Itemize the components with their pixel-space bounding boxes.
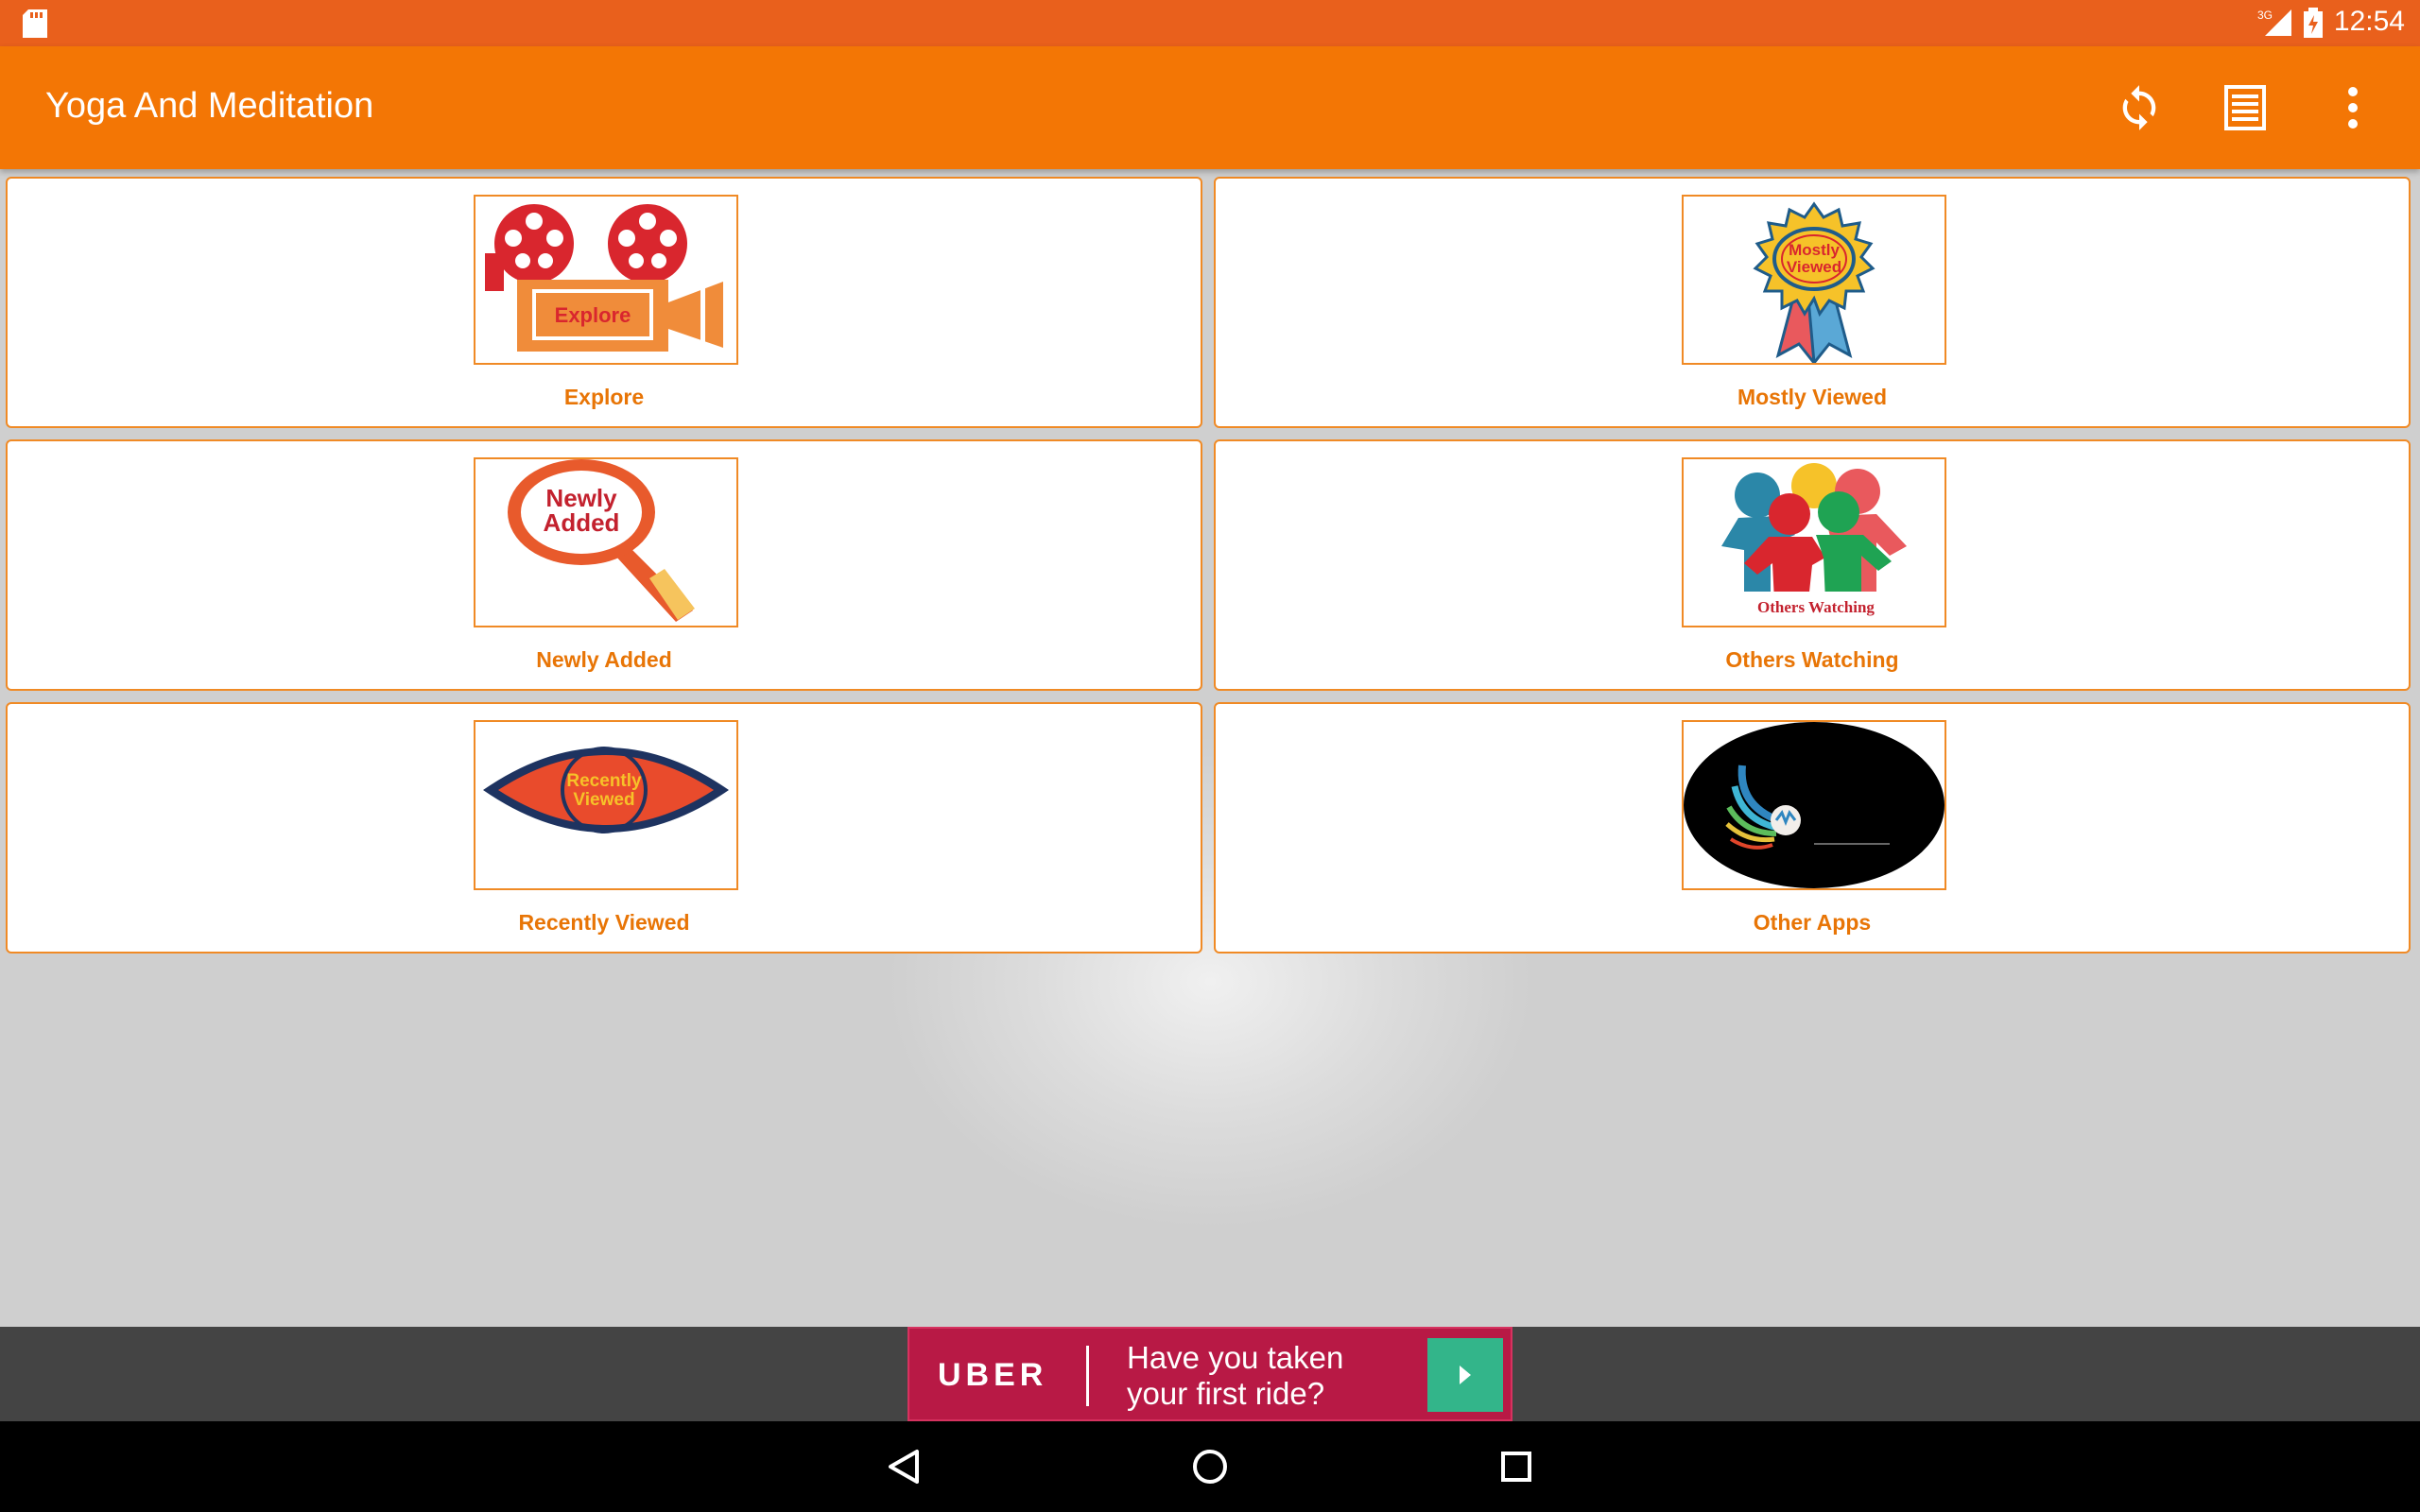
back-button[interactable] [877, 1440, 930, 1493]
back-icon [889, 1450, 919, 1484]
tile-mostly-viewed[interactable]: Mostly Viewed Mostly Viewed [1214, 177, 2411, 428]
ad-divider [1086, 1346, 1089, 1406]
newly-added-image: Newly Added [474, 457, 738, 627]
recently-viewed-image: Recently Viewed [474, 720, 738, 890]
tile-label-recently-viewed: Recently Viewed [518, 910, 690, 935]
system-nav-bar [0, 1421, 2420, 1512]
mostly-viewed-text-2: Viewed [1787, 258, 1841, 276]
mostly-viewed-text-1: Mostly [1789, 241, 1840, 259]
tile-label-other-apps: Other Apps [1753, 910, 1872, 935]
ad-text-line-1: Have you taken [1127, 1340, 1344, 1375]
tile-newly-added[interactable]: Newly Added Newly Added [6, 439, 1202, 691]
refresh-button[interactable] [2106, 75, 2172, 141]
other-apps-logo [1682, 720, 1946, 890]
home-button[interactable] [1184, 1440, 1236, 1493]
main-content: Explore Explore Mostly Viewed Mostly Vie… [0, 169, 2420, 1327]
battery-charging-icon [2303, 8, 2324, 43]
status-bar: 3G 12:54 [0, 0, 2420, 46]
tile-label-explore: Explore [563, 385, 645, 409]
tile-explore[interactable]: Explore Explore [6, 177, 1202, 428]
app-title: Yoga And Meditation [45, 86, 374, 126]
others-watching-text: Others Watching [1757, 598, 1875, 616]
recently-viewed-text-1: Recently [566, 771, 642, 791]
tile-label-mostly-viewed: Mostly Viewed [1737, 385, 1888, 409]
overflow-menu-button[interactable] [2320, 75, 2386, 141]
list-button[interactable] [2212, 75, 2278, 141]
overflow-menu-icon [2348, 87, 2358, 129]
tile-other-apps[interactable]: Other Apps [1214, 702, 2411, 954]
ad-strip: UBER Have you taken your first ride? [0, 1327, 2420, 1421]
home-icon [1193, 1450, 1227, 1484]
explore-image-text: Explore [555, 303, 631, 327]
newly-added-text-2: Added [544, 508, 620, 537]
tile-others-watching[interactable]: Others Watching Others Watching [1214, 439, 2411, 691]
explore-image: Explore [474, 195, 738, 365]
recents-button[interactable] [1490, 1440, 1543, 1493]
uber-ad-banner[interactable]: UBER Have you taken your first ride? [908, 1327, 1512, 1421]
tile-label-newly-added: Newly Added [536, 647, 672, 672]
ad-brand: UBER [938, 1357, 1048, 1393]
ad-cta-button[interactable] [1427, 1338, 1503, 1412]
refresh-icon [2122, 85, 2156, 130]
app-bar: Yoga And Meditation [0, 46, 2420, 169]
ad-text-line-2: your first ride? [1127, 1376, 1325, 1411]
recents-icon [1501, 1452, 1531, 1482]
network-type-label: 3G [2257, 9, 2273, 22]
play-arrow-icon [1460, 1366, 1471, 1384]
signal-icon: 3G [2257, 8, 2295, 43]
others-watching-image: Others Watching [1682, 457, 1946, 627]
status-time: 12:54 [2333, 6, 2405, 37]
tile-label-others-watching: Others Watching [1725, 647, 1899, 672]
list-icon [2224, 85, 2266, 130]
mostly-viewed-image: Mostly Viewed [1682, 195, 1946, 365]
ad-text: Have you taken your first ride? [1127, 1340, 1410, 1412]
recently-viewed-text-2: Viewed [573, 790, 634, 810]
sd-card-icon [23, 9, 47, 43]
tile-recently-viewed[interactable]: Recently Viewed Recently Viewed [6, 702, 1202, 954]
